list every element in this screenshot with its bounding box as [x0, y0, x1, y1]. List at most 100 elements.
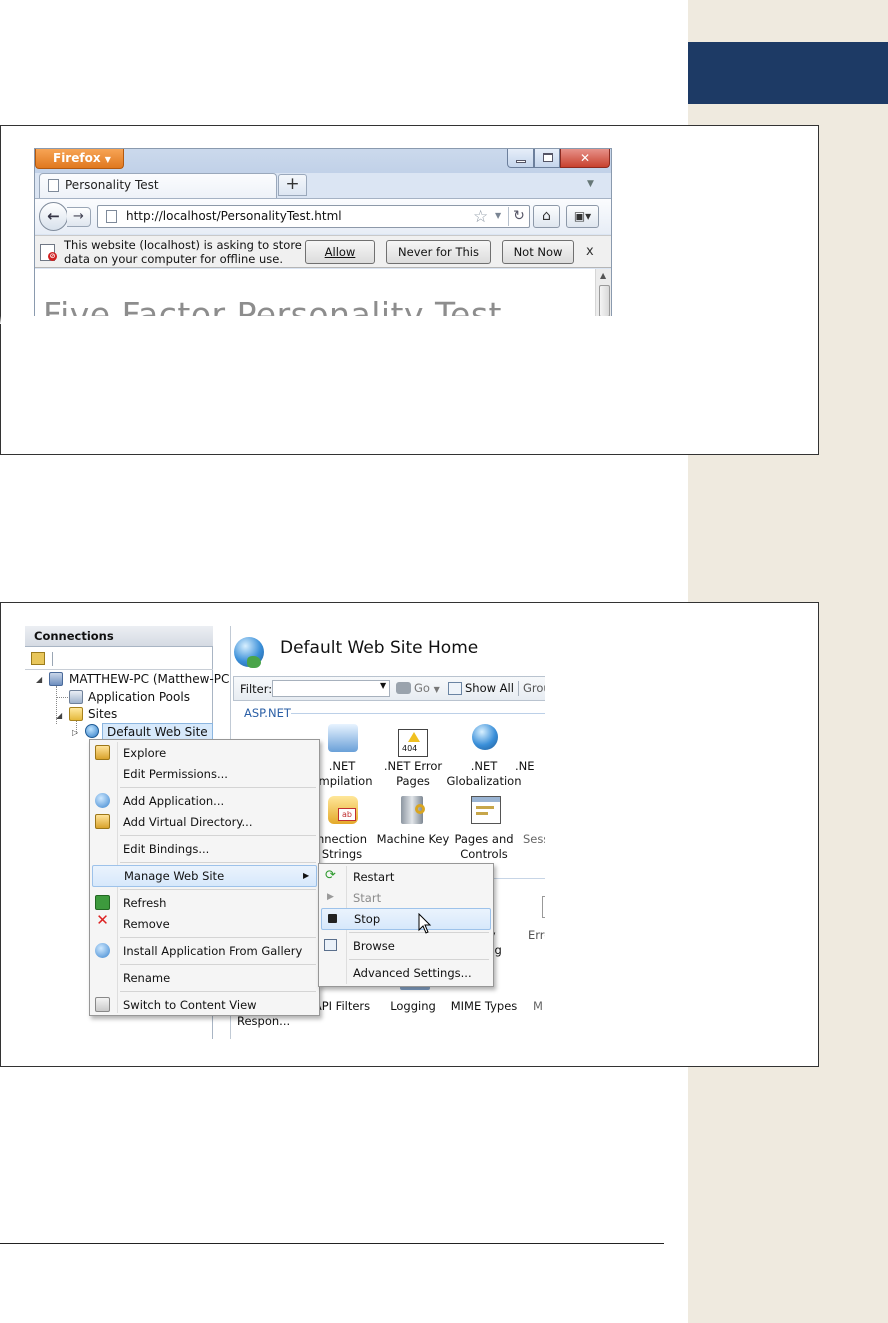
menu-separator: [120, 835, 316, 836]
globe-icon: [85, 724, 99, 738]
page-title: Default Web Site Home: [280, 638, 479, 658]
browser-tab[interactable]: Personality Test: [39, 173, 277, 198]
menu-item-browse[interactable]: Browse: [321, 935, 491, 957]
feature-label: Logging: [390, 999, 436, 1013]
collapse-arrow-icon[interactable]: ◢: [36, 672, 42, 688]
menu-item-manage-web-site[interactable]: Manage Web Site ▶: [92, 865, 317, 887]
menu-separator: [120, 787, 316, 788]
filter-input[interactable]: [272, 680, 390, 697]
menu-item-remove[interactable]: Remove: [92, 913, 317, 935]
menu-item-edit-bindings[interactable]: Edit Bindings...: [92, 838, 317, 860]
filter-toolbar: Filter: ▼ Go ▼ Show All Grou: [233, 676, 545, 701]
feature-session-partial[interactable]: Sess: [523, 832, 545, 847]
feature-http-response-partial[interactable]: Respon...: [237, 1014, 307, 1029]
bookmarks-button[interactable]: ▣▾: [566, 205, 599, 228]
minimize-icon: [516, 160, 526, 163]
scroll-up-icon[interactable]: ▲: [600, 271, 606, 280]
group-by-button[interactable]: Grou: [523, 681, 545, 695]
no-symbol-icon: ⊘: [48, 252, 57, 261]
allow-button[interactable]: Allow: [305, 240, 375, 264]
never-for-this-site-button[interactable]: Never for This Site: [386, 240, 491, 281]
control-glyph: [476, 806, 494, 809]
reload-icon[interactable]: ↻: [508, 207, 529, 226]
menu-item-restart[interactable]: Restart: [321, 866, 491, 888]
feature-error-partial[interactable]: Erro: [528, 928, 545, 943]
feature-machine-key[interactable]: Machine Key: [373, 832, 453, 847]
server-icon: [49, 672, 63, 686]
menu-separator: [120, 889, 316, 890]
feature-pages-and-controls[interactable]: Pages and Controls: [444, 832, 524, 862]
expand-arrow-icon[interactable]: ▷: [72, 725, 78, 741]
menu-item-rename[interactable]: Rename: [92, 967, 317, 989]
close-window-button[interactable]: ✕: [560, 149, 610, 168]
go-label: Go: [414, 681, 430, 695]
feature-label: .NE: [515, 759, 535, 773]
menu-item-advanced-settings[interactable]: Advanced Settings...: [321, 962, 491, 984]
scroll-thumb[interactable]: [599, 285, 610, 316]
menu-separator: [120, 964, 316, 965]
404-icon-text: 404: [402, 744, 418, 753]
feature-net-error-pages[interactable]: .NET Error Pages: [373, 759, 453, 789]
feature-mime-types[interactable]: MIME Types: [444, 999, 524, 1014]
forward-button[interactable]: →: [67, 207, 91, 227]
menu-item-edit-permissions[interactable]: Edit Permissions...: [92, 763, 317, 785]
menu-item-install-from-gallery[interactable]: Install Application From Gallery: [92, 940, 317, 962]
feature-label: .NET Error Pages: [383, 759, 443, 788]
show-all-button[interactable]: Show All: [465, 681, 514, 695]
menu-item-label: Stop: [354, 912, 381, 926]
firefox-menu-button[interactable]: Firefox ▼: [35, 149, 124, 169]
home-button[interactable]: ⌂: [533, 205, 560, 228]
url-text[interactable]: http://localhost/PersonalityTest.html: [126, 206, 342, 227]
feature-modules-partial[interactable]: M: [533, 999, 545, 1014]
menu-item-stop[interactable]: Stop: [321, 908, 491, 930]
menu-item-add-application[interactable]: Add Application...: [92, 790, 317, 812]
list-all-tabs-icon[interactable]: ▼: [587, 179, 594, 189]
chevron-down-icon: ▼: [104, 155, 111, 164]
page-side-tab: [688, 42, 888, 104]
feature-label: MIME Types: [450, 999, 518, 1013]
menu-separator: [349, 959, 489, 960]
menu-item-explore[interactable]: Explore: [92, 742, 317, 764]
offline-storage-notification: ⊘ This website (localhost) is asking to …: [35, 235, 611, 281]
firefox-menu-label: Firefox: [53, 151, 101, 165]
new-tab-button[interactable]: +: [278, 174, 307, 196]
connect-icon[interactable]: [31, 652, 45, 665]
bookmark-star-icon[interactable]: ☆: [473, 207, 488, 227]
url-history-dropdown-icon[interactable]: ▼: [495, 211, 501, 220]
tree-item-server[interactable]: MATTHEW-PC (Matthew-PC: [69, 671, 229, 687]
ab-icon: ab: [338, 808, 356, 821]
toolbar-separator: [518, 681, 519, 696]
page-heading: Five Factor Personality Test: [43, 295, 502, 316]
feature-label: Respon...: [237, 1014, 291, 1028]
menu-item-add-virtual-directory[interactable]: Add Virtual Directory...: [92, 811, 317, 833]
image-fade: [0, 316, 688, 324]
not-now-button[interactable]: Not Now: [502, 240, 574, 264]
back-button[interactable]: ←: [39, 202, 68, 231]
navigation-toolbar: ← → http://localhost/PersonalityTest.htm…: [35, 198, 611, 234]
feature-label: Machine Key: [376, 832, 450, 846]
site-context-menu: Explore Edit Permissions... Add Applicat…: [89, 739, 320, 1016]
vertical-scrollbar[interactable]: ▲: [595, 269, 611, 316]
feature-logging[interactable]: Logging: [373, 999, 453, 1014]
feature-net-partial[interactable]: .NE: [515, 759, 545, 774]
submenu-arrow-icon: ▶: [303, 871, 310, 880]
notification-close-button[interactable]: x: [586, 244, 594, 259]
tree-item-default-web-site[interactable]: Default Web Site: [102, 723, 213, 740]
tab-title: Personality Test: [65, 178, 159, 192]
menu-item-switch-to-content-view[interactable]: Switch to Content View: [92, 994, 317, 1016]
arrow-right-icon: →: [73, 209, 84, 224]
feature-net-globalization[interactable]: .NET Globalization: [444, 759, 524, 789]
minimize-button[interactable]: [507, 149, 534, 168]
page-icon: [48, 179, 59, 192]
collapse-arrow-icon[interactable]: ◢: [56, 708, 62, 724]
chevron-down-icon[interactable]: ▼: [380, 681, 386, 690]
menu-item-refresh[interactable]: Refresh: [92, 892, 317, 914]
plus-icon: +: [285, 174, 300, 194]
feature-label: nnection Strings: [316, 832, 367, 861]
maximize-button[interactable]: [534, 149, 560, 168]
go-button[interactable]: Go ▼: [414, 681, 440, 695]
tree-item-sites[interactable]: Sites: [88, 706, 117, 722]
tree-item-application-pools[interactable]: Application Pools: [88, 689, 190, 705]
url-bar[interactable]: http://localhost/PersonalityTest.html ☆ …: [97, 205, 530, 228]
window-titlebar-glyph: [472, 797, 500, 802]
